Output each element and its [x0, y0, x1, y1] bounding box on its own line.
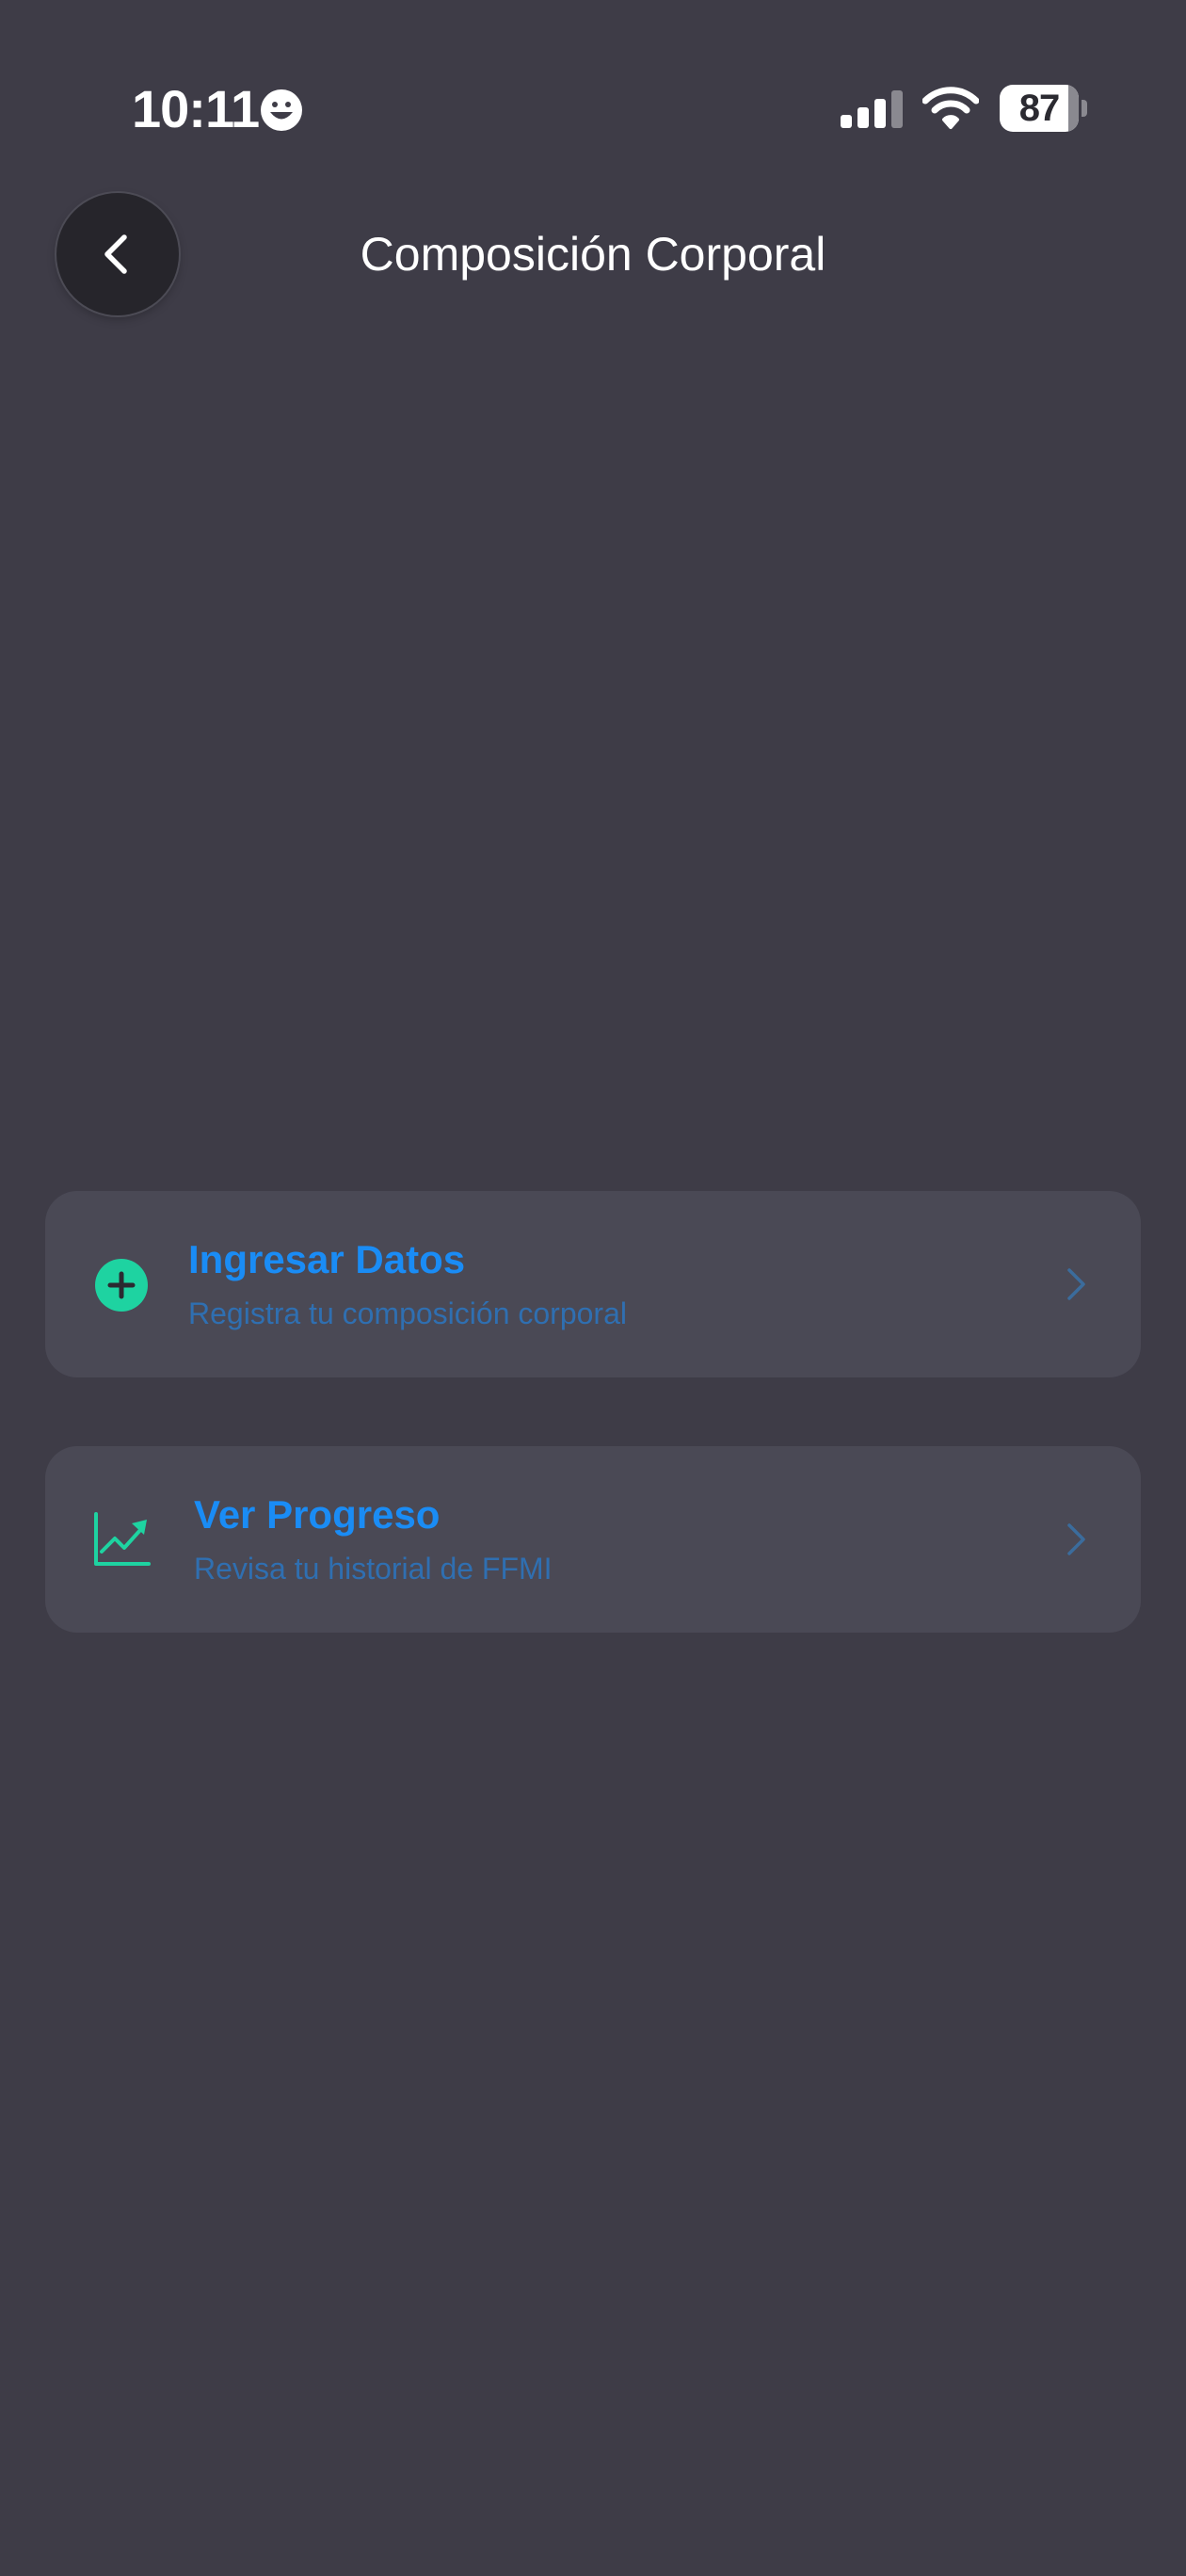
page-title: Composición Corporal	[360, 228, 826, 281]
trend-chart-icon	[94, 1512, 151, 1566]
enter-data-subtitle: Registra tu composición corporal	[188, 1296, 627, 1330]
status-time: 10:11	[132, 79, 260, 138]
battery-icon: 87	[1000, 85, 1087, 132]
chevron-right-icon	[1067, 1523, 1085, 1555]
view-progress-subtitle: Revisa tu historial de FFMI	[194, 1552, 553, 1586]
focus-smile-icon	[261, 89, 302, 131]
wifi-icon	[922, 87, 979, 129]
enter-data-card[interactable]: Ingresar Datos Registra tu composición c…	[45, 1191, 1141, 1377]
view-progress-title: Ver Progreso	[194, 1492, 441, 1537]
status-bar: 10:11 87	[0, 0, 1186, 217]
plus-circle-icon	[95, 1259, 148, 1312]
chevron-left-icon	[104, 234, 127, 274]
cellular-signal-icon	[841, 90, 903, 128]
view-progress-card[interactable]: Ver Progreso Revisa tu historial de FFMI	[45, 1446, 1141, 1633]
battery-level: 87	[1018, 88, 1061, 129]
battery-cap	[1082, 100, 1087, 117]
chevron-right-icon	[1067, 1268, 1085, 1300]
enter-data-title: Ingresar Datos	[188, 1237, 466, 1281]
back-button[interactable]	[56, 193, 179, 315]
